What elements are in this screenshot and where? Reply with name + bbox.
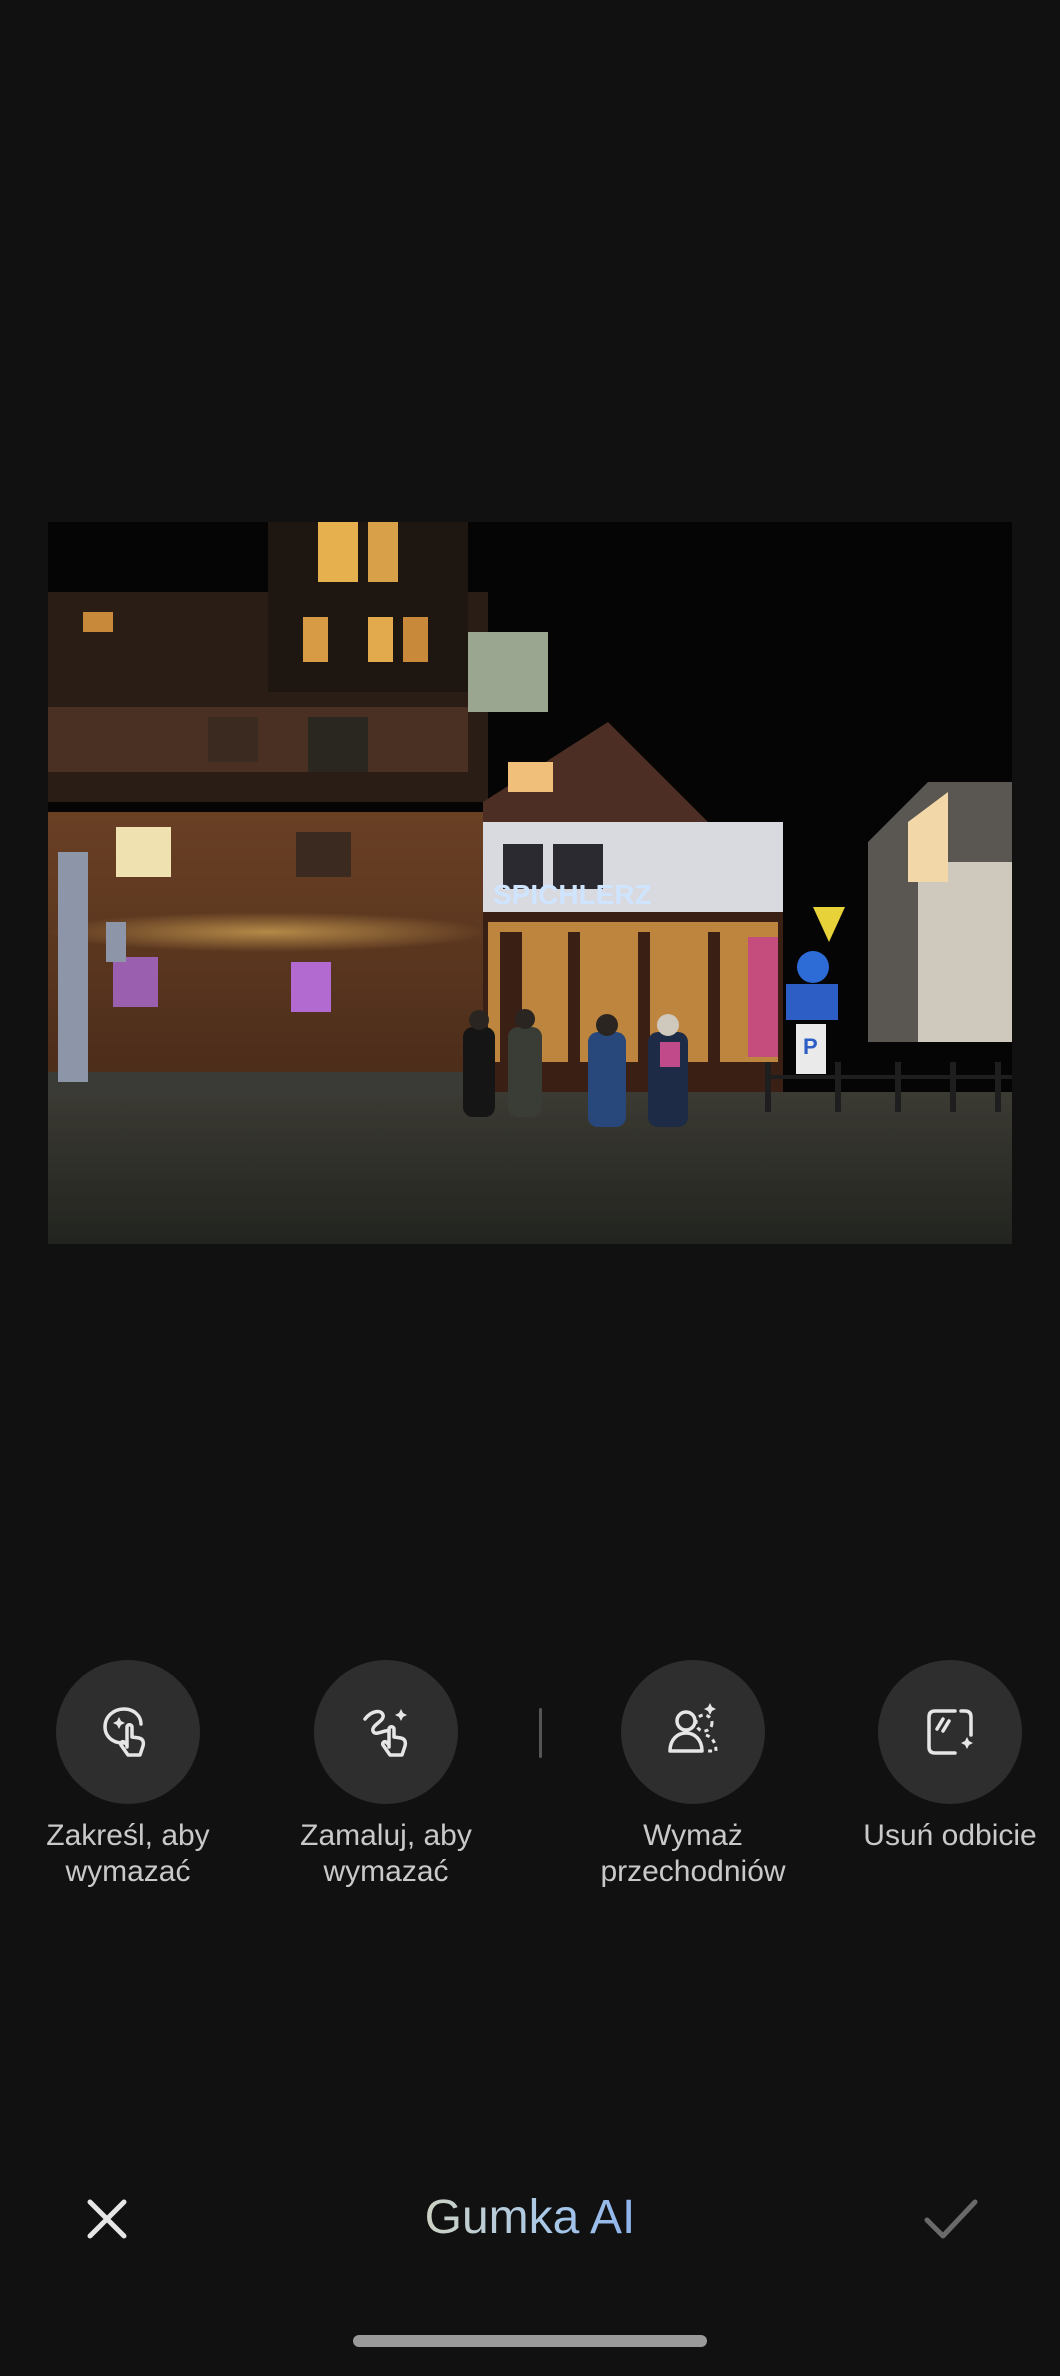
tool-button-erase-passersby[interactable]	[621, 1660, 765, 1804]
circle-select-sparkle-icon	[103, 1707, 146, 1757]
parking-sign: P	[803, 1034, 818, 1059]
page-title: Gumka AI	[330, 2190, 730, 2246]
tools-divider	[539, 1708, 542, 1758]
tool-circle-to-erase[interactable]: Zakreśl, aby wymazać	[8, 1660, 248, 1890]
night-street-photo: SPICHLERZ P	[48, 522, 1012, 1244]
close-icon	[87, 2199, 127, 2239]
bottom-toolbar: Gumka AI	[0, 2160, 1060, 2270]
tool-label-remove-reflection: Usuń odbicie	[863, 1819, 1037, 1852]
tool-button-circle-to-erase[interactable]	[56, 1660, 200, 1804]
people-sparkle-icon	[668, 1703, 718, 1753]
tool-label-paint-to-erase: Zamaluj, aby wymazać	[300, 1819, 472, 1888]
reflection-remove-sparkle-icon	[927, 1709, 973, 1755]
tool-button-remove-reflection[interactable]	[878, 1660, 1022, 1804]
tool-button-paint-to-erase[interactable]	[314, 1660, 458, 1804]
photo-preview[interactable]: SPICHLERZ P	[48, 522, 1012, 1244]
check-icon	[924, 2199, 978, 2239]
tool-label-circle-to-erase: Zakreśl, aby wymazać	[46, 1819, 210, 1888]
spichlerz-sign: SPICHLERZ	[493, 879, 652, 910]
tool-paint-to-erase[interactable]: Zamaluj, aby wymazać	[266, 1660, 506, 1890]
tool-remove-reflection[interactable]: Usuń odbicie	[830, 1660, 1060, 1854]
home-indicator[interactable]	[353, 2335, 707, 2347]
confirm-button[interactable]	[916, 2184, 986, 2254]
tool-label-erase-passersby: Wymaż przechodniów	[600, 1819, 786, 1888]
brush-paint-sparkle-icon	[363, 1709, 408, 1757]
ai-tools-row: Zakreśl, aby wymazać Zamaluj, aby wymaza…	[0, 1660, 1060, 1920]
close-button[interactable]	[72, 2184, 142, 2254]
tool-erase-passersby[interactable]: Wymaż przechodniów	[573, 1660, 813, 1890]
